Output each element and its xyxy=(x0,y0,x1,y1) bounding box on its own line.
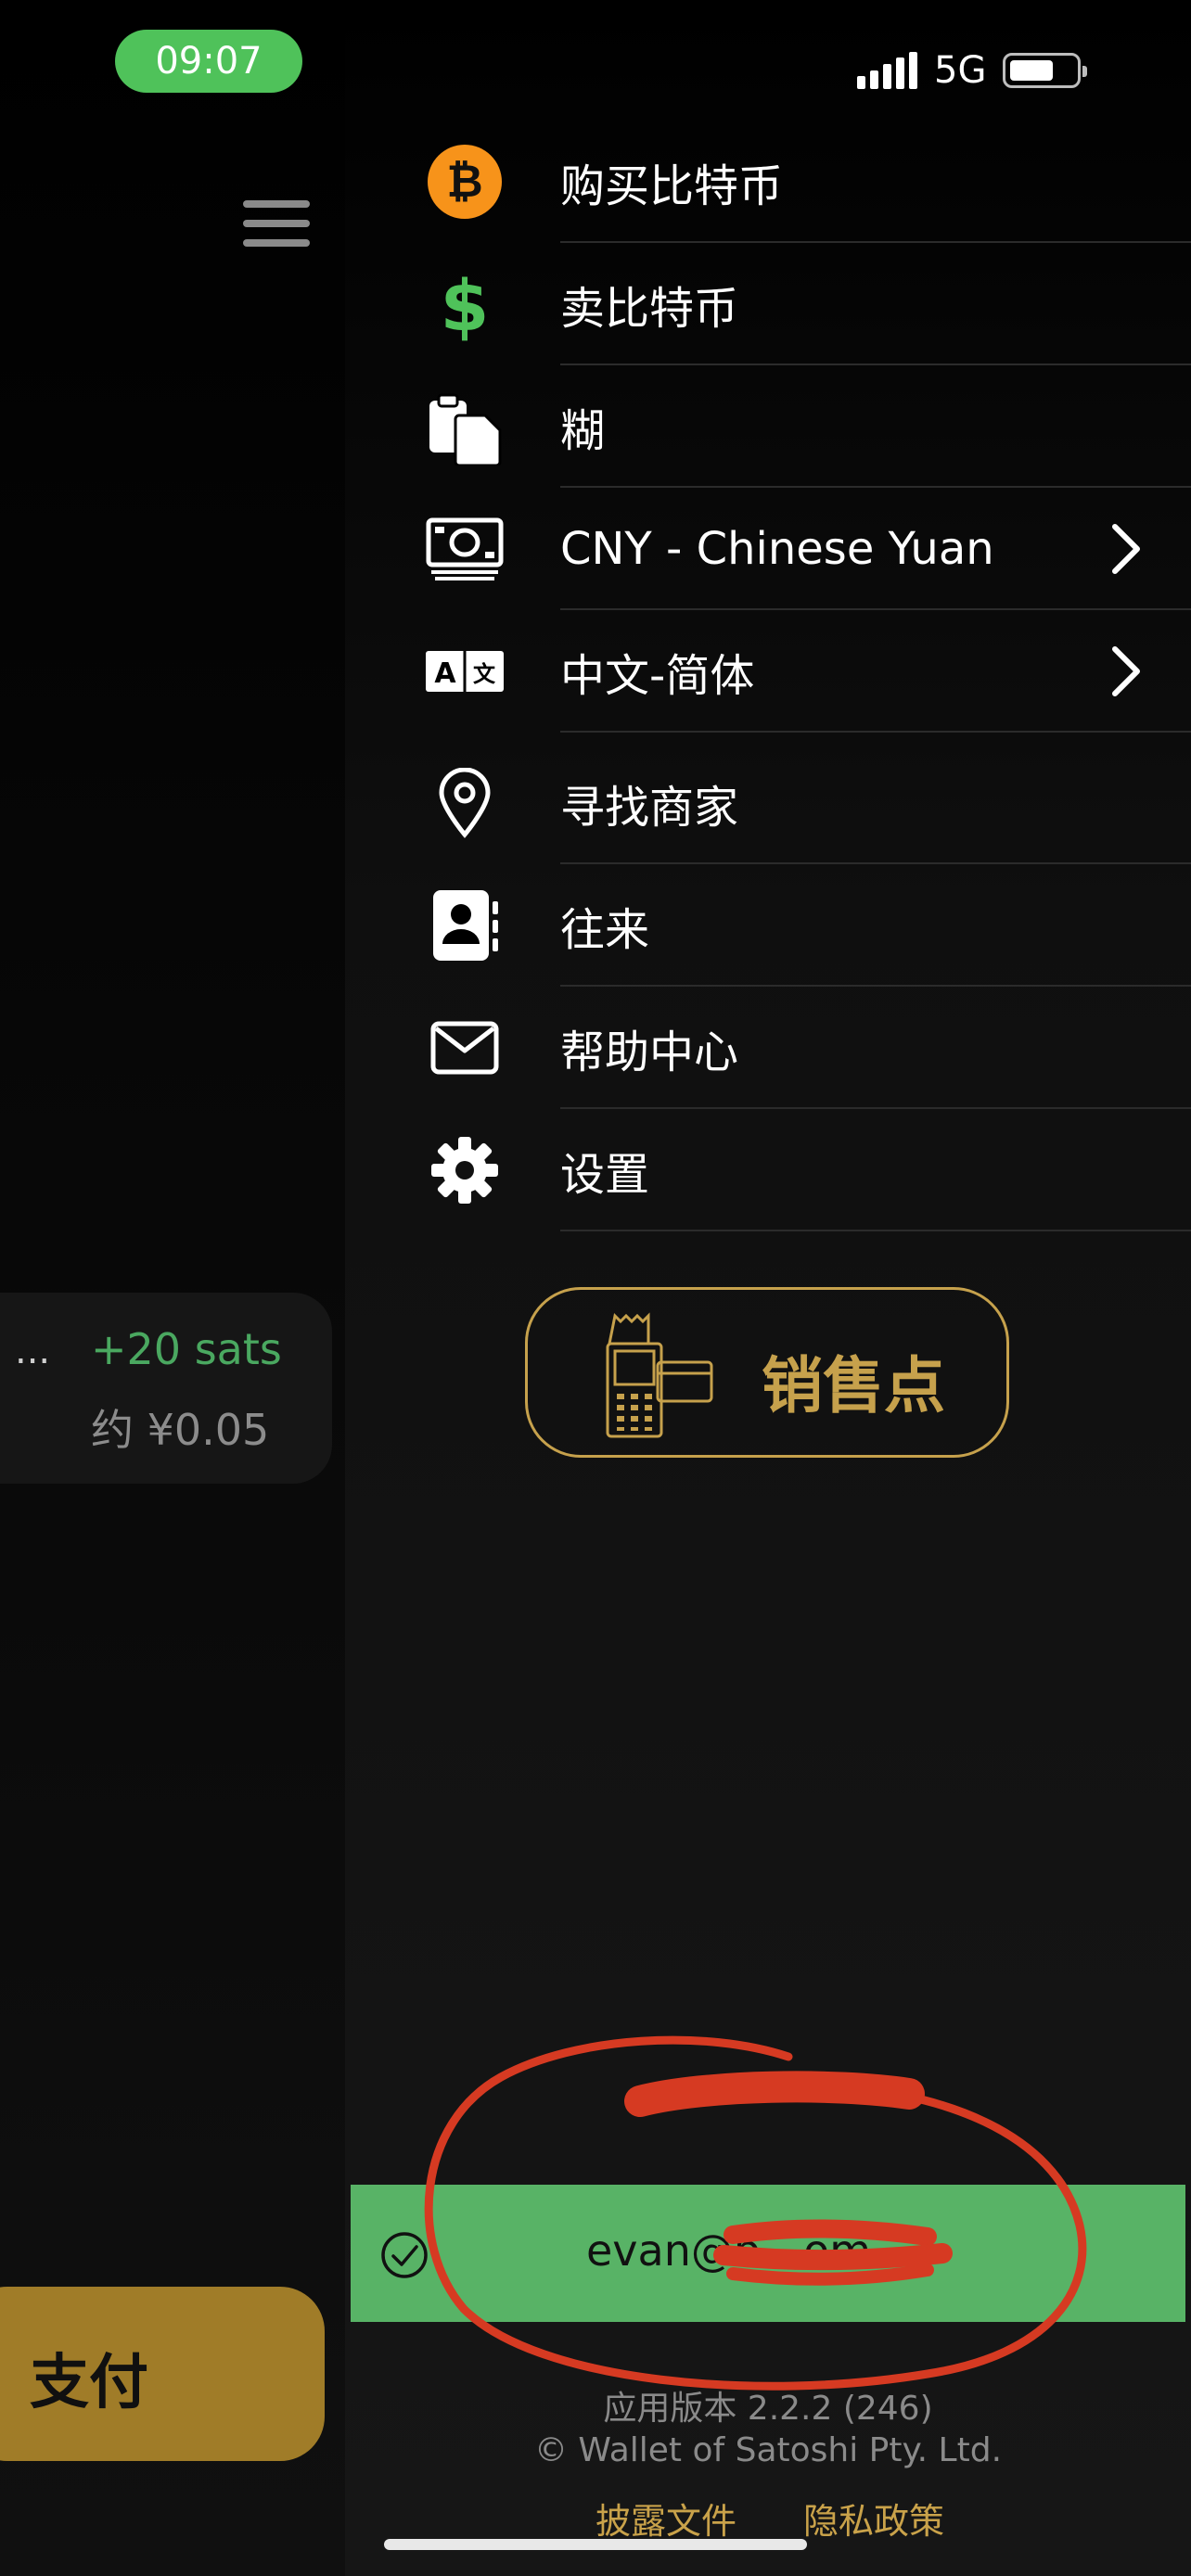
wallet-background-pane xyxy=(0,0,345,2576)
menu-item-label: 购买比特币 xyxy=(560,160,784,212)
svg-text:₿: ₿ xyxy=(446,156,482,208)
menu-item-label: 卖比特币 xyxy=(560,283,739,335)
location-pin-icon xyxy=(425,763,505,843)
menu-item-currency[interactable]: CNY - Chinese Yuan xyxy=(345,488,1191,610)
menu-item-language[interactable]: A 文 中文-简体 xyxy=(345,610,1191,733)
svg-text:文: 文 xyxy=(473,661,496,687)
menu-item-label: CNY - Chinese Yuan xyxy=(560,523,994,575)
account-email: evan@b…om xyxy=(586,2225,872,2276)
signal-icon xyxy=(857,52,917,89)
transaction-item[interactable]: ... +20 sats 约 ¥0.05 xyxy=(0,1293,332,1484)
dollar-icon: $ xyxy=(425,264,505,344)
battery-icon xyxy=(1003,53,1088,88)
menu-item-find-merchants[interactable]: 寻找商家 xyxy=(345,742,1191,864)
gear-icon xyxy=(425,1130,505,1210)
menu-item-label: 帮助中心 xyxy=(560,1027,739,1078)
pay-button[interactable]: 支付 xyxy=(0,2287,325,2461)
chevron-right-icon xyxy=(1112,524,1140,574)
menu-item-label: 糊 xyxy=(560,405,606,457)
status-indicators: 5G xyxy=(857,48,1088,93)
menu-item-label: 中文-简体 xyxy=(560,650,755,702)
menu-item-paste[interactable]: 糊 xyxy=(345,365,1191,488)
menu-item-help-center[interactable]: 帮助中心 xyxy=(345,987,1191,1109)
bitcoin-icon: ₿ xyxy=(425,142,505,222)
contacts-icon xyxy=(425,886,505,965)
menu-item-label: 寻找商家 xyxy=(560,782,739,834)
svg-text:A: A xyxy=(434,657,456,690)
divider xyxy=(560,1230,1191,1231)
transaction-truncated-text: ... xyxy=(15,1330,51,1372)
menu-item-settings[interactable]: 设置 xyxy=(345,1109,1191,1231)
status-time: 09:07 xyxy=(115,30,302,93)
mail-icon xyxy=(425,1008,505,1088)
transaction-fiat: 约 ¥0.05 xyxy=(91,1405,270,1455)
pos-terminal-icon xyxy=(606,1312,713,1438)
menu-item-contacts[interactable]: 往来 xyxy=(345,864,1191,987)
divider xyxy=(560,731,1191,733)
disclosure-link[interactable]: 披露文件 xyxy=(596,2493,736,2544)
menu-item-label: 设置 xyxy=(560,1149,650,1201)
point-of-sale-label: 销售点 xyxy=(762,1350,945,1422)
banknote-icon xyxy=(425,509,505,589)
menu-item-buy-bitcoin[interactable]: ₿ 购买比特币 xyxy=(345,121,1191,243)
chevron-right-icon xyxy=(1112,646,1140,696)
privacy-policy-link[interactable]: 隐私政策 xyxy=(803,2493,944,2544)
app-version: 应用版本 2.2.2 (246) xyxy=(603,2390,933,2428)
hamburger-menu-icon[interactable] xyxy=(243,200,310,247)
account-toast[interactable]: evan@b…om xyxy=(351,2185,1185,2322)
translate-icon: A 文 xyxy=(425,631,505,711)
menu-item-label: 往来 xyxy=(560,904,650,956)
transaction-amount: +20 sats xyxy=(91,1324,282,1374)
point-of-sale-button[interactable]: 销售点 xyxy=(525,1287,1009,1458)
network-type: 5G xyxy=(934,49,987,92)
copyright: © Wallet of Satoshi Pty. Ltd. xyxy=(533,2431,1003,2469)
check-circle-icon xyxy=(381,2232,428,2278)
clipboard-icon xyxy=(425,387,505,466)
home-indicator xyxy=(384,2539,807,2550)
menu-item-sell-bitcoin[interactable]: $ 卖比特币 xyxy=(345,243,1191,365)
pay-button-label: 支付 xyxy=(30,2349,148,2417)
svg-text:$: $ xyxy=(441,267,490,341)
